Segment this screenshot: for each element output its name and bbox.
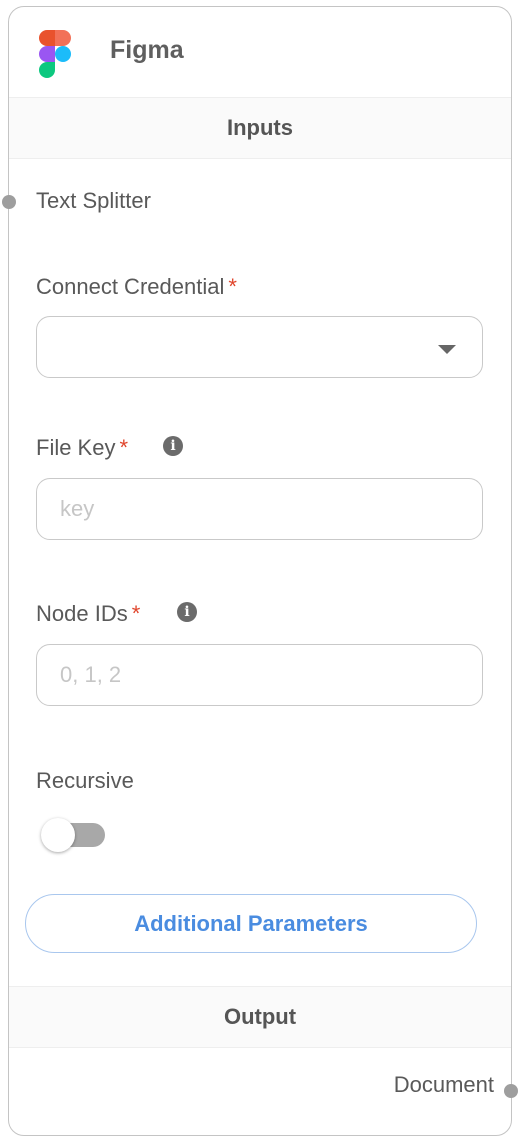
info-icon[interactable]: i: [163, 436, 183, 456]
file-key-label: File Key *: [36, 435, 128, 461]
figma-logo-icon: [39, 30, 71, 78]
recursive-toggle-thumb[interactable]: [41, 818, 75, 852]
document-output-handle[interactable]: [504, 1084, 518, 1098]
credential-dropdown[interactable]: [36, 316, 483, 378]
node-ids-label-text: Node IDs: [36, 601, 128, 626]
required-asterisk: *: [119, 435, 129, 460]
required-asterisk: *: [228, 274, 237, 299]
node-ids-input[interactable]: [37, 645, 460, 705]
node-header: Figma: [9, 7, 511, 97]
required-asterisk: *: [131, 601, 141, 626]
connect-credential-label-text: Connect Credential: [36, 274, 225, 299]
node-ids-field[interactable]: [36, 644, 483, 706]
connect-credential-label: Connect Credential *: [36, 274, 237, 300]
text-splitter-input-label: Text Splitter: [36, 188, 151, 213]
inputs-section-header: Inputs: [9, 97, 511, 159]
node-ids-label: Node IDs *: [36, 601, 140, 627]
file-key-input[interactable]: [37, 479, 460, 539]
caret-down-icon[interactable]: [438, 345, 456, 354]
info-icon[interactable]: i: [177, 602, 197, 622]
file-key-field[interactable]: [36, 478, 483, 540]
figma-node-card[interactable]: Figma Inputs Text Splitter Connect Crede…: [8, 6, 512, 1136]
additional-parameters-button[interactable]: Additional Parameters: [25, 894, 477, 953]
file-key-label-text: File Key: [36, 435, 116, 460]
text-splitter-input-handle[interactable]: [2, 195, 16, 209]
node-title: Figma: [110, 36, 184, 64]
document-output-label: Document: [393, 1072, 494, 1097]
recursive-label: Recursive: [36, 768, 134, 793]
output-section-header: Output: [9, 986, 511, 1048]
